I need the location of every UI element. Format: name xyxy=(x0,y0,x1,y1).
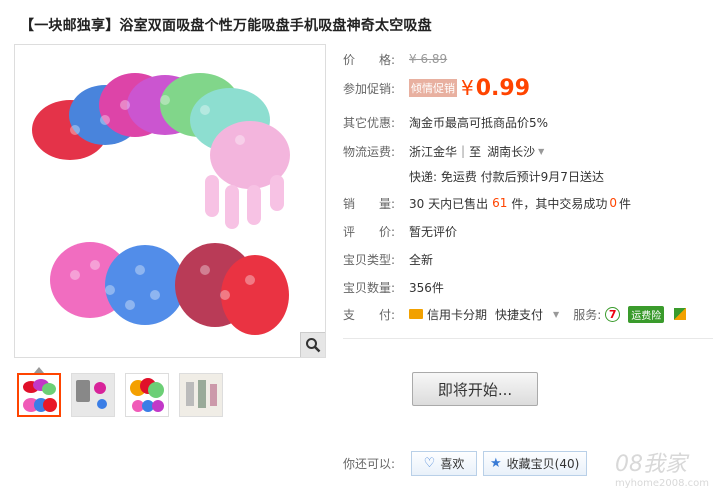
sales-label: 销 量: xyxy=(343,196,396,211)
chevron-down-icon[interactable]: ▼ xyxy=(538,147,544,156)
like-label: 喜欢 xyxy=(440,457,465,471)
service-more-icon[interactable] xyxy=(674,308,687,320)
buy-button[interactable]: 即将开始... xyxy=(412,372,538,406)
credit-installment-link[interactable]: 信用卡分期 xyxy=(427,306,487,323)
like-button[interactable]: ♡ 喜欢 xyxy=(411,451,477,476)
shipping-from[interactable]: 浙江金华 xyxy=(409,143,457,160)
discount-label: 其它优惠: xyxy=(343,115,396,130)
thumbnail-image xyxy=(130,378,164,412)
promo-badge: 倾情促销 xyxy=(409,79,457,97)
sales-suffix: 件 xyxy=(619,196,632,211)
shipping-note-row: 快递: 免运费 付款后预计9月7日送达 xyxy=(343,164,713,188)
thumbnail-3[interactable] xyxy=(125,373,169,417)
divider xyxy=(343,338,713,339)
promo-row: 参加促销: 倾情促销 ¥ 0.99 xyxy=(343,70,713,106)
main-product-image[interactable] xyxy=(14,44,326,358)
type-row: 宝贝类型: 全新 xyxy=(343,245,713,273)
discount-row: 其它优惠: 淘金币最高可抵商品价5% xyxy=(343,106,713,138)
quantity-value: 356件 xyxy=(409,280,444,295)
type-value: 全新 xyxy=(409,252,434,267)
site-watermark: 08我家 myhome2008.com xyxy=(615,446,709,489)
price-row: 价 格: ¥ 6.89 xyxy=(343,48,713,70)
shipping-insurance-badge[interactable]: 运费险 xyxy=(628,305,665,323)
shipping-to-word: 至 xyxy=(469,144,482,159)
shipping-row: 物流运费: 浙江金华 | 至 湖南长沙 ▼ xyxy=(343,138,713,164)
shipping-note: 快递: 免运费 付款后预计9月7日送达 xyxy=(409,169,604,184)
shipping-destination[interactable]: 湖南长沙 xyxy=(487,143,535,160)
more-actions-row: 你还可以: ♡ 喜欢 ★ 收藏宝贝(40) xyxy=(343,451,587,476)
rating-row: 评 价: 暂无评价 xyxy=(343,218,713,245)
promo-currency: ¥ xyxy=(461,76,474,100)
product-properties: 价 格: ¥ 6.89 参加促销: 倾情促销 ¥ 0.99 其它优惠: 淘金币最… xyxy=(343,48,713,327)
favorite-button[interactable]: ★ 收藏宝贝(40) xyxy=(483,451,587,476)
quantity-label: 宝贝数量: xyxy=(343,280,396,295)
product-title: 【一块邮独享】浴室双面吸盘个性万能吸盘手机吸盘神奇太空吸盘 xyxy=(20,18,432,34)
chevron-down-icon[interactable]: ▼ xyxy=(553,310,559,319)
thumbnail-image xyxy=(23,379,57,412)
thumbnail-image xyxy=(180,374,222,416)
watermark-url: myhome2008.com xyxy=(615,478,709,489)
price-label: 价 格: xyxy=(343,52,396,67)
sales-mid: 件，其中交易成功 xyxy=(511,196,608,211)
shipping-label: 物流运费: xyxy=(343,144,396,159)
credit-card-icon xyxy=(409,309,423,319)
magnifier-icon xyxy=(306,338,321,353)
type-label: 宝贝类型: xyxy=(343,252,396,267)
rating-label: 评 价: xyxy=(343,225,396,239)
sales-prefix: 30 天内已售出 xyxy=(409,196,489,211)
quick-pay-link[interactable]: 快捷支付 xyxy=(495,306,543,323)
thumbnail-image xyxy=(72,374,114,416)
payment-row: 支 付: 信用卡分期 快捷支付 ▼ 服务: 7 运费险 xyxy=(343,301,713,327)
sales-count: 61 xyxy=(492,196,508,210)
discount-value: 淘金币最高可抵商品价5% xyxy=(409,115,549,130)
thumbnail-4[interactable] xyxy=(179,373,223,417)
shipping-separator: | xyxy=(461,144,466,158)
thumbnail-1[interactable] xyxy=(17,373,61,417)
zoom-button[interactable] xyxy=(300,332,325,357)
service-label: 服务: xyxy=(573,307,602,322)
promo-label: 参加促销: xyxy=(343,81,396,96)
more-actions-label: 你还可以: xyxy=(343,457,396,471)
thumbnail-strip xyxy=(17,373,223,417)
promo-price: 0.99 xyxy=(475,75,531,101)
star-icon: ★ xyxy=(490,456,502,471)
suction-cups-photo xyxy=(32,73,290,335)
quantity-row: 宝贝数量: 356件 xyxy=(343,273,713,301)
seven-day-return-icon[interactable]: 7 xyxy=(605,306,621,322)
original-price: ¥ 6.89 xyxy=(409,52,448,66)
rating-value: 暂无评价 xyxy=(409,225,458,239)
thumbnail-2[interactable] xyxy=(71,373,115,417)
heart-icon: ♡ xyxy=(423,456,436,471)
favorite-label: 收藏宝贝(40) xyxy=(506,457,580,471)
sales-row: 销 量: 30 天内已售出 61 件，其中交易成功 0 件 xyxy=(343,188,713,218)
payment-label: 支 付: xyxy=(343,307,396,322)
watermark-brand: 08我家 xyxy=(615,452,687,477)
sales-success: 0 xyxy=(609,196,618,210)
